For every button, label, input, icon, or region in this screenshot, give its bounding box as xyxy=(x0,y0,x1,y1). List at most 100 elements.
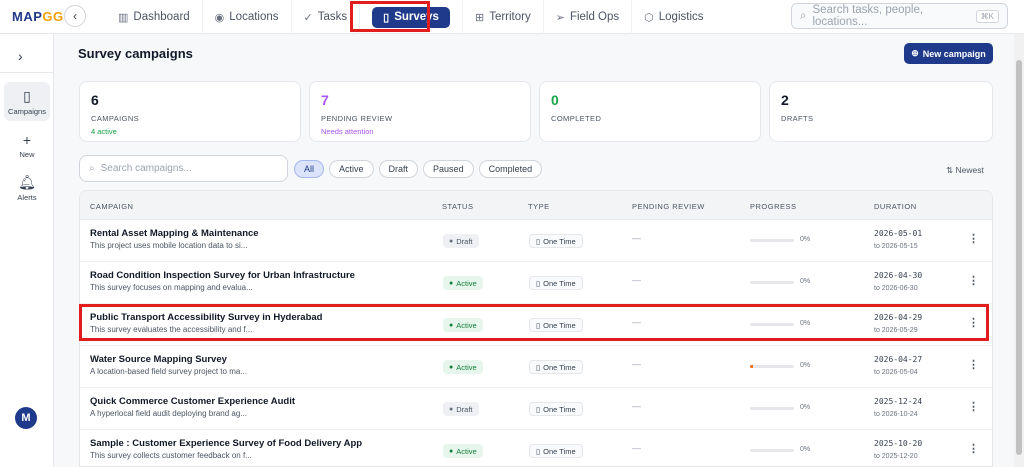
table-row[interactable]: Quick Commerce Customer Experience Audit… xyxy=(80,388,992,430)
pending-review-value: — xyxy=(632,443,641,453)
app-logo[interactable]: MAPGG xyxy=(12,9,64,24)
progress-percent: 0% xyxy=(800,236,811,243)
check-icon: ✓ xyxy=(303,11,313,24)
search-icon: ⌕ xyxy=(800,9,807,22)
campaign-name[interactable]: Quick Commerce Customer Experience Audit xyxy=(90,396,295,407)
campaign-name[interactable]: Water Source Mapping Survey xyxy=(90,354,227,365)
filter-completed[interactable]: Completed xyxy=(478,160,543,178)
progress-bar xyxy=(750,281,794,284)
stat-drafts: 2 DRAFTS xyxy=(769,81,993,142)
campaign-name[interactable]: Sample : Customer Experience Survey of F… xyxy=(90,438,362,449)
nav-locations[interactable]: ◉ Locations xyxy=(203,0,292,34)
more-options-icon[interactable]: ⋮ xyxy=(968,232,979,245)
document-icon: ▯ xyxy=(536,278,541,288)
stat-sub: 4 active xyxy=(91,127,117,136)
more-options-icon[interactable]: ⋮ xyxy=(968,400,979,413)
global-search-input[interactable]: ⌕ Search tasks, people, locations... ⌘K xyxy=(791,3,1008,29)
more-options-icon[interactable]: ⋮ xyxy=(968,274,979,287)
filter-all[interactable]: All xyxy=(294,160,325,178)
nav-dashboard[interactable]: ▥ Dashboard xyxy=(106,0,203,34)
col-status[interactable]: STATUS xyxy=(442,202,473,211)
campaign-description: This project uses mobile location data t… xyxy=(90,241,248,250)
status-badge: ● Active xyxy=(443,276,483,290)
progress-percent: 0% xyxy=(800,278,811,285)
sort-dropdown[interactable]: ⇅ Newest xyxy=(946,165,984,176)
plus-icon: + xyxy=(22,132,32,148)
rail-campaigns[interactable]: ▯ Campaigns xyxy=(4,82,50,121)
back-button[interactable]: ‹ xyxy=(64,5,86,27)
col-type[interactable]: TYPE xyxy=(528,202,550,211)
top-bar: MAPGG ‹ ▥ Dashboard ◉ Locations ✓ Tasks ▯ Su… xyxy=(0,0,1024,34)
new-campaign-button[interactable]: ⊕ New campaign xyxy=(904,43,993,64)
campaign-name[interactable]: Road Condition Inspection Survey for Urb… xyxy=(90,270,355,281)
start-date: 2026-04-30 xyxy=(874,271,923,280)
filter-active[interactable]: Active xyxy=(329,160,374,178)
campaign-search-input[interactable]: ⌕ Search campaigns... xyxy=(79,155,288,182)
table-row[interactable]: Road Condition Inspection Survey for Urb… xyxy=(80,262,992,304)
document-icon: ▯ xyxy=(536,404,541,414)
avatar[interactable]: M xyxy=(15,407,37,429)
table-row[interactable]: Rental Asset Mapping & Maintenance This p… xyxy=(80,220,992,262)
document-icon: ▯ xyxy=(536,362,541,372)
nav-field-ops[interactable]: ➢ Field Ops xyxy=(544,0,633,34)
start-date: 2026-05-01 xyxy=(874,229,923,238)
col-duration[interactable]: DURATION xyxy=(874,202,917,211)
stat-label: PENDING REVIEW xyxy=(321,114,393,123)
shortcut-hint: ⌘K xyxy=(975,9,999,23)
plus-circle-icon: ⊕ xyxy=(911,48,919,58)
scroll-thumb[interactable] xyxy=(1016,60,1022,455)
stat-value: 0 xyxy=(551,92,559,108)
type-badge: ▯ One Time xyxy=(529,360,583,374)
type-badge: ▯ One Time xyxy=(529,276,583,290)
progress-bar xyxy=(750,239,794,242)
progress-bar xyxy=(750,407,794,410)
table-row[interactable]: Water Source Mapping Survey A location-ba… xyxy=(80,346,992,388)
expand-sidebar-button[interactable]: › xyxy=(18,48,23,64)
table-row[interactable]: Sample : Customer Experience Survey of F… xyxy=(80,430,992,466)
status-badge: ● Active xyxy=(443,360,483,374)
stat-campaigns: 6 CAMPAIGNS 4 active xyxy=(79,81,301,142)
bell-icon: 🔔︎ xyxy=(18,174,36,190)
stat-label: DRAFTS xyxy=(781,114,814,123)
progress-percent: 0% xyxy=(800,446,811,453)
status-dot-icon: ● xyxy=(449,363,454,371)
table-header: CAMPAIGN STATUS TYPE PENDING REVIEW PROG… xyxy=(80,191,992,220)
chevron-left-icon: ‹ xyxy=(73,9,77,23)
row-highlight xyxy=(79,304,989,341)
nav-territory[interactable]: ⊞ Territory xyxy=(463,0,544,34)
status-dot-icon: ● xyxy=(449,447,454,455)
page-scrollbar[interactable] xyxy=(1014,34,1024,467)
rail-new[interactable]: + New xyxy=(4,132,50,159)
col-pending-review[interactable]: PENDING REVIEW xyxy=(632,202,705,211)
col-campaign[interactable]: CAMPAIGN xyxy=(90,202,133,211)
map-icon: ⊞ xyxy=(474,11,485,24)
filter-paused[interactable]: Paused xyxy=(423,160,474,178)
campaign-name[interactable]: Rental Asset Mapping & Maintenance xyxy=(90,228,259,239)
rail-alerts[interactable]: 🔔︎ Alerts xyxy=(4,174,50,202)
filter-draft[interactable]: Draft xyxy=(378,160,419,178)
stat-label: CAMPAIGNS xyxy=(91,114,140,123)
progress-percent: 0% xyxy=(800,362,811,369)
end-date: to 2025-12-20 xyxy=(874,453,918,460)
status-badge: ● Draft xyxy=(443,234,479,248)
more-options-icon[interactable]: ⋮ xyxy=(968,358,979,371)
campaign-description: This survey focuses on mapping and evalu… xyxy=(90,283,253,292)
pending-review-value: — xyxy=(632,359,641,369)
stat-value: 2 xyxy=(781,92,789,108)
col-progress[interactable]: PROGRESS xyxy=(750,202,797,211)
surveys-highlight xyxy=(350,1,430,32)
status-dot-icon: ● xyxy=(449,279,454,287)
status-dot-icon: ● xyxy=(449,405,454,413)
left-rail: › ▯ Campaigns + New 🔔︎ Alerts xyxy=(0,34,54,467)
stat-completed: 0 COMPLETED xyxy=(539,81,761,142)
start-date: 2025-10-20 xyxy=(874,439,923,448)
pending-review-value: — xyxy=(632,401,641,411)
campaign-description: This survey collects customer feedback o… xyxy=(90,451,252,460)
status-badge: ● Draft xyxy=(443,402,479,416)
nav-logistics[interactable]: ⬡ Logistics xyxy=(632,0,715,34)
end-date: to 2026-10-24 xyxy=(874,411,918,418)
bar-chart-icon: ▥ xyxy=(118,11,129,24)
type-badge: ▯ One Time xyxy=(529,402,583,416)
more-options-icon[interactable]: ⋮ xyxy=(968,442,979,455)
document-icon: ▯ xyxy=(536,446,541,456)
